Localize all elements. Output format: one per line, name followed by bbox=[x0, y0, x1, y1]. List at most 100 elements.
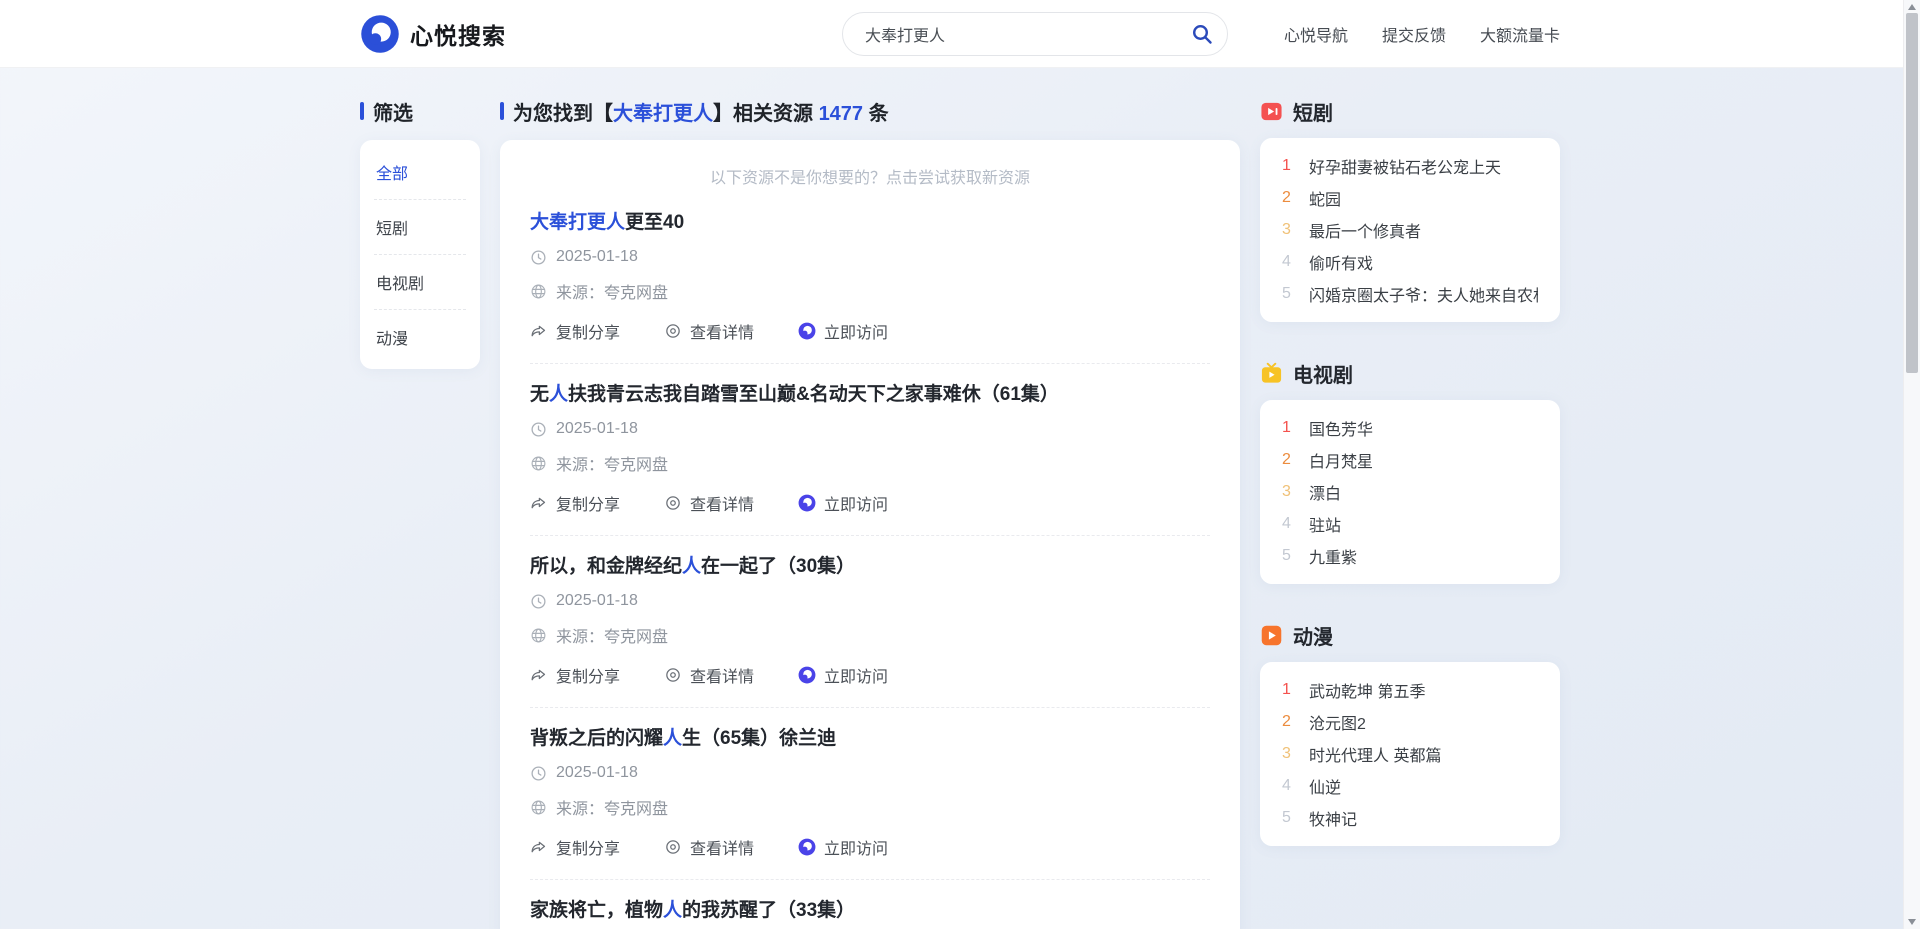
rank-item[interactable]: 5 闪婚京圈太子爷：夫人她来自农村 bbox=[1282, 278, 1538, 310]
result-source: 来源：夸克网盘 bbox=[556, 623, 668, 647]
rank-number: 1 bbox=[1282, 157, 1298, 175]
results-header-keyword: 大奉打更人 bbox=[613, 103, 713, 125]
rank-number: 2 bbox=[1282, 713, 1298, 731]
visit-now-button[interactable]: 立即访问 bbox=[798, 663, 888, 687]
result-item: 家族将亡，植物人的我苏醒了（33集）2025-01-18来源：夸克网盘复制分享查… bbox=[530, 880, 1210, 929]
view-detail-label: 查看详情 bbox=[690, 663, 754, 687]
filter-title-text: 筛选 bbox=[373, 97, 413, 126]
result-title-link[interactable]: 背叛之后的闪耀人生（65集）徐兰迪 bbox=[530, 726, 1210, 751]
rank-item[interactable]: 4仙逆 bbox=[1282, 770, 1538, 802]
nav-link-2[interactable]: 大额流量卡 bbox=[1480, 22, 1560, 46]
filter-item-1[interactable]: 短剧 bbox=[374, 200, 466, 255]
result-date-row: 2025-01-18 bbox=[530, 592, 1210, 610]
scrollbar-thumb[interactable] bbox=[1906, 13, 1918, 373]
rank-item[interactable]: 1 国色芳华 bbox=[1282, 412, 1538, 444]
rank-item[interactable]: 4偷听有戏 bbox=[1282, 246, 1538, 278]
rank-number: 1 bbox=[1282, 681, 1298, 699]
rank-item[interactable]: 2白月梵星 bbox=[1282, 444, 1538, 476]
rank-item[interactable]: 3漂白 bbox=[1282, 476, 1538, 508]
rank-item-label: 偷听有戏 bbox=[1309, 250, 1373, 274]
visit-icon bbox=[798, 838, 816, 856]
scroll-down-icon[interactable] bbox=[1908, 919, 1916, 925]
copy-share-label: 复制分享 bbox=[556, 319, 620, 343]
rank-item[interactable]: 3最后一个修真者 bbox=[1282, 214, 1538, 246]
rank-section-title: 动漫 bbox=[1293, 621, 1333, 650]
view-detail-label: 查看详情 bbox=[690, 319, 754, 343]
filter-item-2[interactable]: 电视剧 bbox=[374, 255, 466, 310]
share-icon bbox=[530, 494, 548, 512]
view-detail-button[interactable]: 查看详情 bbox=[664, 491, 754, 515]
nav-link-1[interactable]: 提交反馈 bbox=[1382, 22, 1446, 46]
search-icon bbox=[1190, 22, 1214, 46]
rank-item-label: 蛇园 bbox=[1309, 186, 1341, 210]
clock-icon bbox=[530, 593, 547, 610]
result-title-link[interactable]: 无人扶我青云志我自踏雪至山巅&名动天下之家事难休（61集） bbox=[530, 382, 1210, 407]
result-date-row: 2025-01-18 bbox=[530, 764, 1210, 782]
nav-link-0[interactable]: 心悦导航 bbox=[1284, 22, 1348, 46]
title-segment: 人 bbox=[549, 384, 568, 405]
visit-now-button[interactable]: 立即访问 bbox=[798, 835, 888, 859]
rank-item-label: 仙逆 bbox=[1309, 774, 1341, 798]
rank-list: 1 国色芳华 2白月梵星3漂白4驻站5九重紫 bbox=[1282, 412, 1538, 572]
results-header-prefix: 为您找到【 bbox=[513, 103, 613, 125]
result-item: 无人扶我青云志我自踏雪至山巅&名动天下之家事难休（61集）2025-01-18来… bbox=[530, 364, 1210, 536]
rank-number: 2 bbox=[1282, 451, 1298, 469]
result-source-row: 来源：夸克网盘 bbox=[530, 279, 1210, 303]
view-detail-button[interactable]: 查看详情 bbox=[664, 319, 754, 343]
results-count: 1477 bbox=[819, 103, 864, 125]
view-detail-button[interactable]: 查看详情 bbox=[664, 663, 754, 687]
rank-item[interactable]: 1武动乾坤 第五季 bbox=[1282, 674, 1538, 706]
result-title-link[interactable]: 家族将亡，植物人的我苏醒了（33集） bbox=[530, 898, 1210, 923]
filter-column: 筛选 全部短剧电视剧动漫 bbox=[360, 98, 480, 369]
search-button[interactable] bbox=[1190, 22, 1214, 46]
rank-item[interactable]: 2蛇园 bbox=[1282, 182, 1538, 214]
result-source: 来源：夸克网盘 bbox=[556, 279, 668, 303]
rank-item[interactable]: 1好孕甜妻被钻石老公宠上天 bbox=[1282, 150, 1538, 182]
results-header-mid: 】相关资源 bbox=[713, 103, 819, 125]
brand-logo[interactable]: 心悦搜索 bbox=[360, 14, 506, 54]
rank-number: 1 bbox=[1282, 419, 1298, 437]
copy-share-button[interactable]: 复制分享 bbox=[530, 491, 620, 515]
rank-section-title: 短剧 bbox=[1293, 97, 1333, 126]
rank-card: 1 国色芳华 2白月梵星3漂白4驻站5九重紫 bbox=[1260, 400, 1560, 584]
result-source-row: 来源：夸克网盘 bbox=[530, 795, 1210, 819]
title-segment: 所以，和金牌经纪 bbox=[530, 556, 682, 577]
visit-now-button[interactable]: 立即访问 bbox=[798, 491, 888, 515]
result-title-link[interactable]: 大奉打更人更至40 bbox=[530, 210, 1210, 235]
scroll-up-icon[interactable] bbox=[1908, 4, 1916, 10]
rank-item[interactable]: 5牧神记 bbox=[1282, 802, 1538, 834]
title-segment: 生（65集）徐兰迪 bbox=[682, 728, 836, 749]
rank-section-head: 电视剧 bbox=[1260, 360, 1560, 386]
rank-section-head: 动漫 bbox=[1260, 622, 1560, 648]
rank-item-label: 国色芳华 bbox=[1309, 416, 1373, 440]
globe-icon bbox=[530, 799, 547, 816]
share-icon bbox=[530, 322, 548, 340]
brand-name: 心悦搜索 bbox=[410, 17, 506, 51]
refresh-resources-link[interactable]: 以下资源不是你想要的？点击尝试获取新资源 bbox=[530, 164, 1210, 188]
copy-share-button[interactable]: 复制分享 bbox=[530, 663, 620, 687]
rank-item[interactable]: 4驻站 bbox=[1282, 508, 1538, 540]
search-input[interactable] bbox=[842, 12, 1228, 56]
results-card: 以下资源不是你想要的？点击尝试获取新资源 大奉打更人更至40 2025-01-18… bbox=[500, 140, 1240, 929]
rank-section-1: 电视剧 1 国色芳华 2白月梵星3漂白4驻站5九重紫 bbox=[1260, 360, 1560, 584]
rank-item[interactable]: 2沧元图2 bbox=[1282, 706, 1538, 738]
copy-share-button[interactable]: 复制分享 bbox=[530, 835, 620, 859]
result-source-row: 来源：夸克网盘 bbox=[530, 623, 1210, 647]
rank-item[interactable]: 3时光代理人 英都篇 bbox=[1282, 738, 1538, 770]
visit-now-button[interactable]: 立即访问 bbox=[798, 319, 888, 343]
result-actions: 复制分享 查看详情 立即访问 bbox=[530, 663, 1210, 687]
copy-share-button[interactable]: 复制分享 bbox=[530, 319, 620, 343]
rank-item-label: 牧神记 bbox=[1309, 806, 1357, 830]
rankings-column: 短剧1好孕甜妻被钻石老公宠上天2蛇园3最后一个修真者4偷听有戏5闪婚京圈太子爷：… bbox=[1260, 98, 1560, 846]
view-detail-button[interactable]: 查看详情 bbox=[664, 835, 754, 859]
results-header-suffix: 条 bbox=[863, 103, 889, 125]
result-title-link[interactable]: 所以，和金牌经纪人在一起了（30集） bbox=[530, 554, 1210, 579]
rank-item-label: 闪婚京圈太子爷：夫人她来自农村 bbox=[1309, 282, 1538, 306]
result-source-prefix: 来源： bbox=[556, 629, 604, 646]
filter-item-0[interactable]: 全部 bbox=[374, 145, 466, 200]
rank-number: 5 bbox=[1282, 285, 1298, 303]
rank-item[interactable]: 5九重紫 bbox=[1282, 540, 1538, 572]
rank-section-head: 短剧 bbox=[1260, 98, 1560, 124]
globe-icon bbox=[530, 455, 547, 472]
filter-item-3[interactable]: 动漫 bbox=[374, 310, 466, 364]
